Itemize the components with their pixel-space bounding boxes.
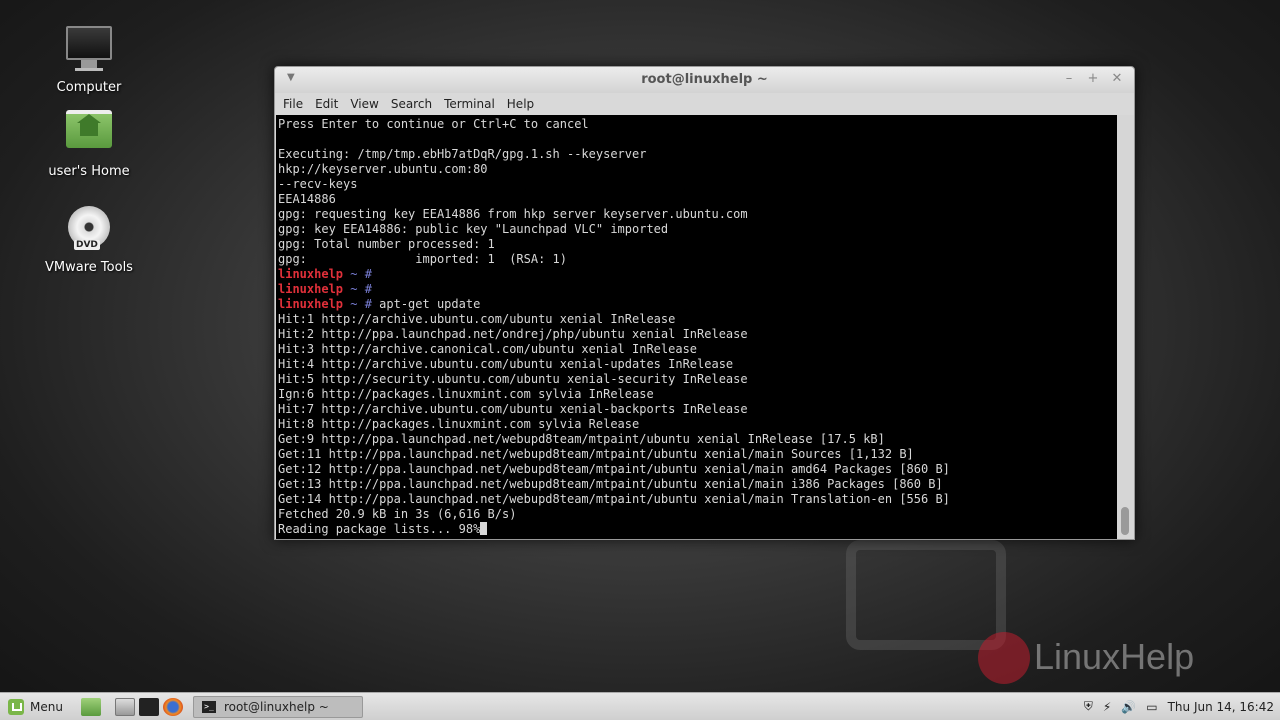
terminal-line: Get:11 http://ppa.launchpad.net/webupd8t…: [278, 447, 914, 461]
menu-help[interactable]: Help: [501, 97, 540, 111]
desktop-icon-home[interactable]: user's Home: [34, 104, 144, 179]
prompt-host: linuxhelp: [278, 282, 344, 296]
show-desktop-icon[interactable]: [80, 697, 101, 716]
terminal-line-text: Reading package lists... 98%: [278, 522, 481, 536]
window-menubar: File Edit View Search Terminal Help: [275, 93, 1134, 115]
desktop-icon-label: VMware Tools: [45, 260, 133, 275]
linuxhelp-logo-circle: [978, 632, 1030, 684]
terminal-line: Hit:7 http://archive.ubuntu.com/ubuntu x…: [278, 402, 748, 416]
terminal-line: gpg: imported: 1 (RSA: 1): [278, 252, 567, 266]
prompt-host: linuxhelp: [278, 267, 344, 281]
terminal-line: Hit:1 http://archive.ubuntu.com/ubuntu x…: [278, 312, 676, 326]
terminal-line: gpg: Total number processed: 1: [278, 237, 495, 251]
terminal-output[interactable]: Press Enter to continue or Ctrl+C to can…: [276, 115, 1118, 539]
terminal-line: Get:14 http://ppa.launchpad.net/webupd8t…: [278, 492, 950, 506]
terminal-line: Fetched 20.9 kB in 3s (6,616 B/s): [278, 507, 517, 521]
terminal-launcher-icon[interactable]: [138, 697, 159, 716]
terminal-line: Get:9 http://ppa.launchpad.net/webupd8te…: [278, 432, 885, 446]
terminal-line: hkp://keyserver.ubuntu.com:80: [278, 162, 488, 176]
menu-view[interactable]: View: [344, 97, 384, 111]
terminal-line: Executing: /tmp/tmp.ebHb7atDqR/gpg.1.sh …: [278, 147, 647, 161]
menu-search[interactable]: Search: [385, 97, 438, 111]
terminal-line: gpg: key EEA14886: public key "Launchpad…: [278, 222, 669, 236]
terminal-line: EEA14886: [278, 192, 336, 206]
prompt-host: linuxhelp: [278, 297, 344, 311]
desktop-icon-computer[interactable]: Computer: [34, 24, 144, 95]
dvd-disc-icon: DVD: [65, 206, 113, 254]
start-menu-label: Menu: [30, 699, 63, 714]
mint-watermark-logo: [846, 540, 1006, 650]
desktop-icon-label: user's Home: [48, 164, 130, 179]
terminal-line: --recv-keys: [278, 177, 358, 191]
prompt-line: linuxhelp ~ #: [278, 282, 1118, 297]
terminal-line: Hit:4 http://archive.ubuntu.com/ubuntu x…: [278, 357, 734, 371]
terminal-line: Ign:6 http://packages.linuxmint.com sylv…: [278, 387, 654, 401]
file-manager-icon[interactable]: [114, 697, 135, 716]
prompt-line: linuxhelp ~ # apt-get update: [278, 297, 1118, 312]
menu-terminal[interactable]: Terminal: [438, 97, 501, 111]
prompt-path: ~ #: [343, 267, 372, 281]
terminal-line: Get:13 http://ppa.launchpad.net/webupd8t…: [278, 477, 943, 491]
minimize-icon[interactable]: –: [1061, 71, 1077, 86]
terminal-window: ▼ root@linuxhelp ~ – + ✕ File Edit View …: [274, 66, 1135, 540]
menu-edit[interactable]: Edit: [309, 97, 344, 111]
volume-icon[interactable]: 🔊: [1121, 700, 1136, 714]
network-icon[interactable]: ⚡: [1103, 700, 1111, 714]
taskbar-window-button[interactable]: >_ root@linuxhelp ~: [192, 695, 363, 718]
menu-file[interactable]: File: [277, 97, 309, 111]
terminal-line: Hit:5 http://security.ubuntu.com/ubuntu …: [278, 372, 748, 386]
shield-icon[interactable]: ⛨: [1084, 699, 1093, 714]
computer-icon: [65, 26, 113, 74]
terminal-line: Hit:3 http://archive.canonical.com/ubunt…: [278, 342, 698, 356]
terminal-task-icon: >_: [201, 700, 216, 713]
system-tray: ⛨ ⚡ 🔊 ▭ Thu Jun 14, 16:42: [1074, 699, 1280, 714]
prompt-command: apt-get update: [371, 297, 481, 311]
terminal-cursor: [480, 522, 488, 535]
terminal-line-last: Reading package lists... 98%: [278, 522, 1118, 537]
battery-icon[interactable]: ▭: [1146, 700, 1157, 714]
firefox-icon[interactable]: [162, 697, 183, 716]
desktop-icon-vmware-tools[interactable]: DVD VMware Tools: [34, 204, 144, 275]
terminal-line: gpg: requesting key EEA14886 from hkp se…: [278, 207, 748, 221]
clock[interactable]: Thu Jun 14, 16:42: [1168, 700, 1274, 714]
linuxhelp-watermark: LinuxHelp: [1034, 636, 1195, 677]
prompt-line: linuxhelp ~ #: [278, 267, 1118, 282]
window-title: root@linuxhelp ~: [641, 72, 768, 87]
desktop-icon-label: Computer: [56, 80, 122, 95]
maximize-icon[interactable]: +: [1085, 71, 1101, 86]
home-folder-icon: [65, 110, 113, 158]
window-titlebar[interactable]: ▼ root@linuxhelp ~ – + ✕: [275, 67, 1134, 93]
prompt-path: ~ #: [343, 297, 372, 311]
terminal-scrollbar[interactable]: [1117, 115, 1133, 539]
terminal-line: Hit:8 http://packages.linuxmint.com sylv…: [278, 417, 640, 431]
terminal-line: Get:12 http://ppa.launchpad.net/webupd8t…: [278, 462, 950, 476]
close-icon[interactable]: ✕: [1109, 71, 1125, 86]
terminal-line: Hit:2 http://ppa.launchpad.net/ondrej/ph…: [278, 327, 748, 341]
prompt-path: ~ #: [343, 282, 372, 296]
terminal-line: Press Enter to continue or Ctrl+C to can…: [278, 117, 589, 131]
taskbar-window-label: root@linuxhelp ~: [223, 699, 329, 714]
mint-menu-icon: [8, 698, 24, 715]
start-menu-button[interactable]: Menu: [0, 698, 63, 715]
taskbar: Menu >_ root@linuxhelp ~ ⛨ ⚡ 🔊 ▭ Thu Jun…: [0, 692, 1280, 720]
scrollbar-thumb[interactable]: [1121, 507, 1129, 535]
